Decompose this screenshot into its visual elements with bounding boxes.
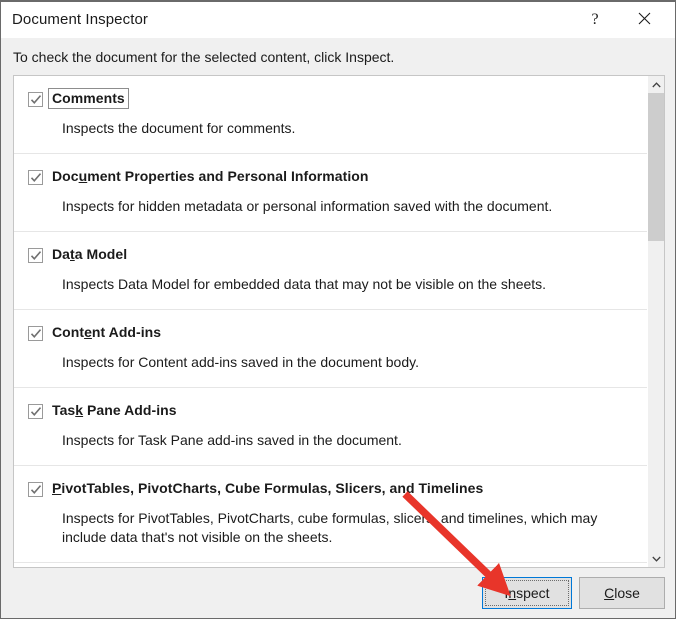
list-item-title: PivotTables, PivotCharts, Cube Formulas,…	[52, 480, 483, 497]
title-bar: Document Inspector ?	[1, 2, 675, 38]
close-button[interactable]: Close	[579, 577, 665, 609]
close-icon	[638, 12, 651, 28]
list-item[interactable]: Content Add-ins Inspects for Content add…	[14, 310, 647, 388]
checkbox-pivottables[interactable]	[28, 482, 43, 497]
list-item[interactable]: Embedded Documents	[14, 563, 647, 567]
checkbox-comments[interactable]	[28, 92, 43, 107]
list-item-header: Document Properties and Personal Informa…	[28, 168, 637, 188]
help-icon: ?	[591, 12, 598, 28]
inspect-button-label: Inspect	[504, 585, 549, 601]
list-item-header: PivotTables, PivotCharts, Cube Formulas,…	[28, 480, 637, 500]
instruction-text: To check the document for the selected c…	[13, 49, 394, 65]
window-title: Document Inspector	[12, 11, 148, 28]
list-item-title: Task Pane Add-ins	[52, 402, 177, 419]
list-item-description: Inspects for hidden metadata or personal…	[62, 197, 637, 216]
scroll-down-icon[interactable]	[648, 550, 664, 567]
list-item-header: Content Add-ins	[28, 324, 637, 344]
document-inspector-dialog: Document Inspector ? To check the docume…	[0, 0, 676, 619]
list-item-description: Inspects for Task Pane add-ins saved in …	[62, 431, 637, 450]
checkbox-content-add-ins[interactable]	[28, 326, 43, 341]
list-item[interactable]: PivotTables, PivotCharts, Cube Formulas,…	[14, 466, 647, 563]
list-item[interactable]: Task Pane Add-ins Inspects for Task Pane…	[14, 388, 647, 466]
inspector-items-list: Comments Inspects the document for comme…	[14, 76, 647, 567]
list-item-header: Data Model	[28, 246, 637, 266]
close-button-label: Close	[604, 585, 640, 601]
inspect-button[interactable]: Inspect	[482, 577, 572, 609]
list-item-description: Inspects the document for comments.	[62, 119, 637, 138]
list-item-title: Data Model	[52, 246, 127, 263]
list-item-title: Document Properties and Personal Informa…	[52, 168, 369, 185]
list-item-description: Inspects for PivotTables, PivotCharts, c…	[62, 509, 637, 547]
list-item[interactable]: Document Properties and Personal Informa…	[14, 154, 647, 232]
checkbox-data-model[interactable]	[28, 248, 43, 263]
checkbox-task-pane-add-ins[interactable]	[28, 404, 43, 419]
checkbox-document-properties[interactable]	[28, 170, 43, 185]
list-item-header: Task Pane Add-ins	[28, 402, 637, 422]
list-item-header: Comments	[28, 90, 637, 110]
scrollbar-thumb[interactable]	[648, 93, 664, 241]
inspector-items-panel: Comments Inspects the document for comme…	[13, 75, 665, 568]
list-item[interactable]: Data Model Inspects Data Model for embed…	[14, 232, 647, 310]
list-item-description: Inspects Data Model for embedded data th…	[62, 275, 637, 294]
list-item-title: Content Add-ins	[52, 324, 161, 341]
list-scrollbar[interactable]	[647, 76, 664, 567]
list-item-title: Comments	[50, 90, 127, 107]
scroll-up-icon[interactable]	[648, 76, 664, 93]
list-item[interactable]: Comments Inspects the document for comme…	[14, 76, 647, 154]
help-button[interactable]: ?	[572, 2, 618, 38]
list-item-description: Inspects for Content add-ins saved in th…	[62, 353, 637, 372]
close-window-button[interactable]	[621, 2, 667, 38]
